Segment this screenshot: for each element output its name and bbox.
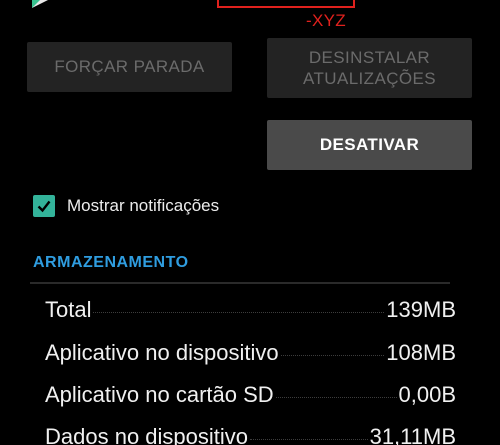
storage-row-value: 139MB (386, 297, 456, 322)
disable-label: DESATIVAR (319, 135, 420, 154)
storage-row-label: Dados no dispositivo (45, 424, 249, 445)
uninstall-updates-label-line2: ATUALIZAÇÕES (303, 69, 436, 88)
dot-leader (275, 397, 397, 398)
play-store-icon (30, 0, 52, 10)
dot-leader (93, 312, 385, 313)
storage-row-label: Total (45, 297, 92, 322)
uninstall-updates-button[interactable]: DESINSTALAR ATUALIZAÇÕES (267, 38, 472, 98)
force-stop-button[interactable]: FORÇAR PARADA (27, 42, 232, 92)
storage-row-label: Aplicativo no cartão SD (45, 382, 274, 407)
storage-row-value: 108MB (386, 340, 456, 365)
show-notifications-row[interactable]: Mostrar notificações (33, 195, 219, 217)
storage-row-total: Total 139MB (45, 297, 456, 323)
force-stop-label: FORÇAR PARADA (54, 57, 205, 76)
storage-section-header: ARMAZENAMENTO (33, 254, 189, 271)
dot-leader (280, 355, 385, 356)
storage-row-data-device: Dados no dispositivo 31,11MB (45, 424, 456, 445)
show-notifications-label: Mostrar notificações (67, 196, 220, 215)
disable-button[interactable]: DESATIVAR (267, 120, 472, 170)
dot-leader (250, 439, 368, 440)
section-divider (30, 282, 450, 284)
redaction-box (217, 0, 355, 8)
show-notifications-checkbox[interactable] (33, 195, 55, 217)
annotation-label: -XYZ (306, 11, 346, 30)
storage-row-value: 0,00B (398, 382, 457, 407)
uninstall-updates-label-line1: DESINSTALAR (308, 48, 431, 67)
app-info-screen: -XYZ FORÇAR PARADA DESINSTALAR ATUALIZAÇ… (0, 0, 500, 445)
storage-row-value: 31,11MB (369, 424, 456, 445)
checkmark-icon (37, 200, 51, 213)
storage-row-app-device: Aplicativo no dispositivo 108MB (45, 340, 456, 366)
storage-row-label: Aplicativo no dispositivo (45, 340, 279, 365)
storage-row-app-sd: Aplicativo no cartão SD 0,00B (45, 382, 456, 408)
